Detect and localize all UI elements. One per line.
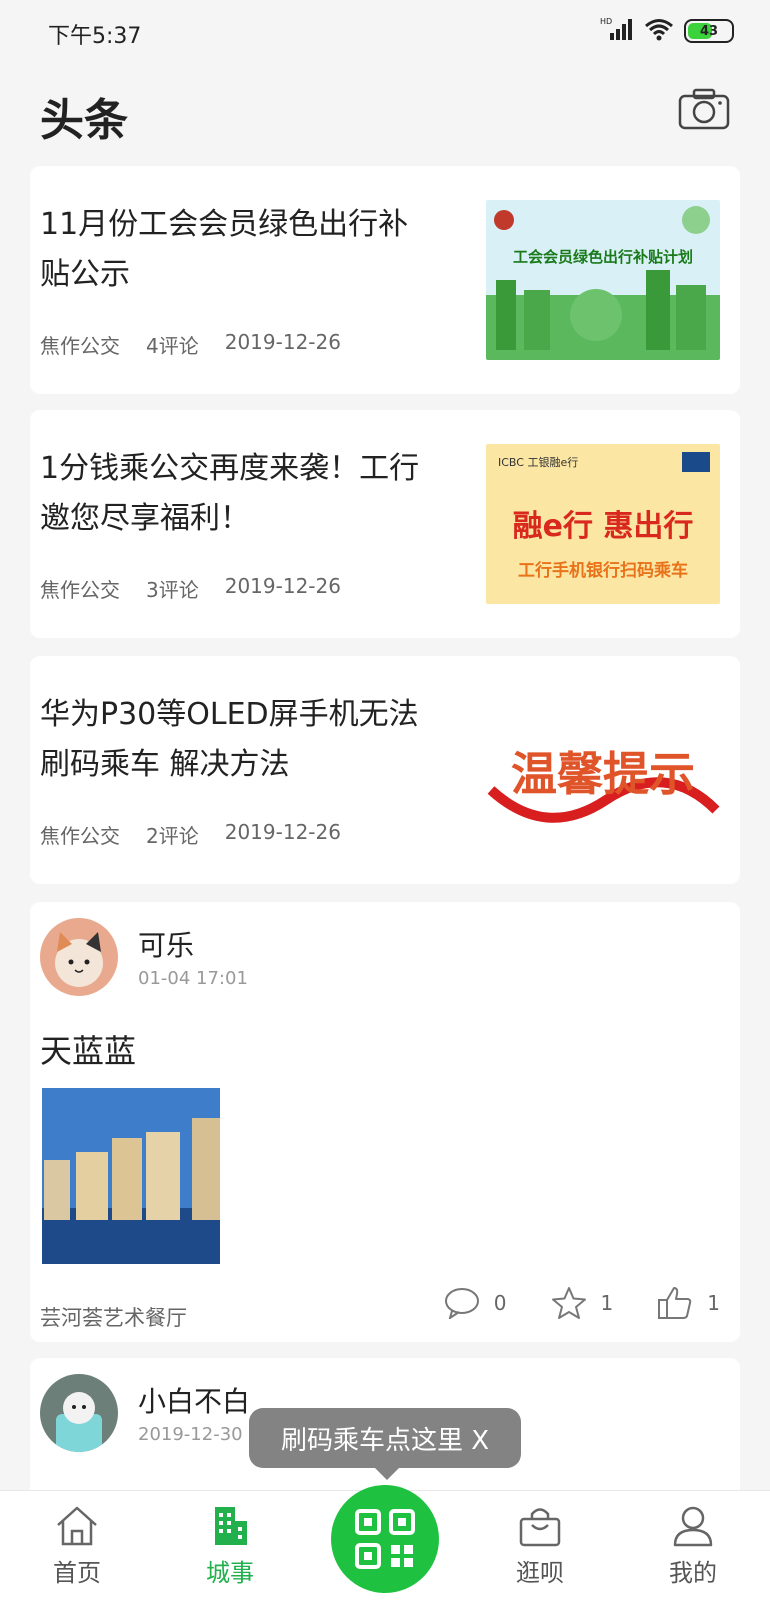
- home-icon: [57, 1506, 97, 1546]
- favorite-count: 1: [600, 1291, 614, 1315]
- thumb-caption: 温馨提示: [511, 747, 695, 801]
- like-count: 1: [707, 1291, 720, 1315]
- building-icon: [215, 1507, 247, 1545]
- status-bar: 下午5:37 HD 43: [0, 0, 770, 64]
- favorite-button[interactable]: 1: [551, 1286, 614, 1320]
- comment-count: 0: [493, 1291, 507, 1315]
- news-meta: 焦作公交 3评论 2019-12-26: [40, 574, 341, 603]
- news-source: 焦作公交: [40, 334, 120, 358]
- shopping-bag-icon: [519, 1508, 561, 1547]
- news-card[interactable]: 1分钱乘公交再度来袭！工行邀您尽享福利！ 焦作公交 3评论 2019-12-26…: [30, 410, 740, 638]
- tooltip-arrow: [375, 1468, 399, 1480]
- news-source: 焦作公交: [40, 578, 120, 602]
- wifi-icon: [644, 17, 674, 45]
- signal-icon: HD: [600, 16, 634, 46]
- avatar[interactable]: [40, 918, 118, 996]
- news-thumbnail[interactable]: 工会会员绿色出行补贴计划: [486, 200, 720, 360]
- news-comments: 4评论: [146, 334, 199, 358]
- news-thumbnail[interactable]: 温馨提示: [486, 690, 720, 850]
- news-date: 2019-12-26: [224, 574, 341, 598]
- post-username[interactable]: 可乐: [138, 924, 194, 964]
- post-image[interactable]: [42, 1088, 220, 1264]
- news-title[interactable]: 1分钱乘公交再度来袭！工行邀您尽享福利！: [40, 444, 430, 544]
- thumb-caption: 工会会员绿色出行补贴计划: [513, 248, 693, 266]
- thumb-caption: 融e行 惠出行: [513, 509, 694, 544]
- post-username[interactable]: 小白不白: [138, 1380, 250, 1420]
- news-card[interactable]: 华为P30等OLED屏手机无法刷码乘车 解决方法 焦作公交 2评论 2019-1…: [30, 656, 740, 884]
- tooltip-text: 刷码乘车点这里 X: [280, 1425, 490, 1456]
- battery-icon: 43: [684, 19, 734, 43]
- user-icon: [673, 1506, 713, 1547]
- news-meta: 焦作公交 4评论 2019-12-26: [40, 330, 341, 359]
- post-card[interactable]: 可乐 01-04 17:01 天蓝蓝 芸河荟艺术餐厅 0 1 1: [30, 902, 740, 1342]
- post-time: 2019-12-30: [138, 1424, 243, 1445]
- news-meta: 焦作公交 2评论 2019-12-26: [40, 820, 341, 849]
- thumb-brand: ICBC 工银融e行: [498, 455, 578, 469]
- battery-level: 43: [699, 23, 719, 39]
- page-header: 头条: [0, 70, 770, 160]
- tab-label: 首页: [53, 1559, 101, 1587]
- comment-icon: [444, 1288, 479, 1319]
- thumb-subcaption: 工行手机银行扫码乘车: [518, 560, 688, 581]
- post-actions: 0 1 1: [444, 1286, 720, 1320]
- thumbs-up-icon: [658, 1287, 692, 1319]
- page-title: 头条: [40, 95, 128, 146]
- tab-label: 我的: [669, 1559, 717, 1587]
- post-text: 天蓝蓝: [40, 1032, 137, 1070]
- scan-qr-button[interactable]: [331, 1485, 439, 1593]
- camera-icon[interactable]: [678, 88, 730, 130]
- tab-label: 逛呗: [516, 1559, 564, 1587]
- tab-city[interactable]: 城事: [180, 1505, 280, 1588]
- status-icons: HD 43: [600, 16, 734, 46]
- star-icon: [551, 1287, 586, 1319]
- news-thumbnail[interactable]: ICBC 工银融e行 融e行 惠出行 工行手机银行扫码乘车: [486, 444, 720, 604]
- network-label: HD: [600, 17, 612, 26]
- status-time: 下午5:37: [48, 24, 142, 49]
- qr-code-icon: [355, 1509, 415, 1569]
- news-comments: 2评论: [146, 824, 199, 848]
- like-button[interactable]: 1: [657, 1286, 720, 1320]
- news-source: 焦作公交: [40, 824, 120, 848]
- post-location[interactable]: 芸河荟艺术餐厅: [40, 1302, 187, 1332]
- news-comments: 3评论: [146, 578, 199, 602]
- comment-button[interactable]: 0: [444, 1287, 507, 1319]
- news-card[interactable]: 11月份工会会员绿色出行补贴公示 焦作公交 4评论 2019-12-26 工会会…: [30, 166, 740, 394]
- news-date: 2019-12-26: [224, 330, 341, 354]
- tab-shop[interactable]: 逛呗: [490, 1505, 590, 1588]
- news-title[interactable]: 11月份工会会员绿色出行补贴公示: [40, 200, 430, 300]
- post-time: 01-04 17:01: [138, 968, 248, 989]
- tab-home[interactable]: 首页: [27, 1505, 127, 1588]
- news-title[interactable]: 华为P30等OLED屏手机无法刷码乘车 解决方法: [40, 690, 430, 790]
- news-date: 2019-12-26: [224, 820, 341, 844]
- tab-me[interactable]: 我的: [643, 1505, 743, 1588]
- tab-label: 城事: [206, 1559, 254, 1587]
- scan-tooltip[interactable]: 刷码乘车点这里 X: [249, 1408, 521, 1480]
- avatar[interactable]: [40, 1374, 118, 1452]
